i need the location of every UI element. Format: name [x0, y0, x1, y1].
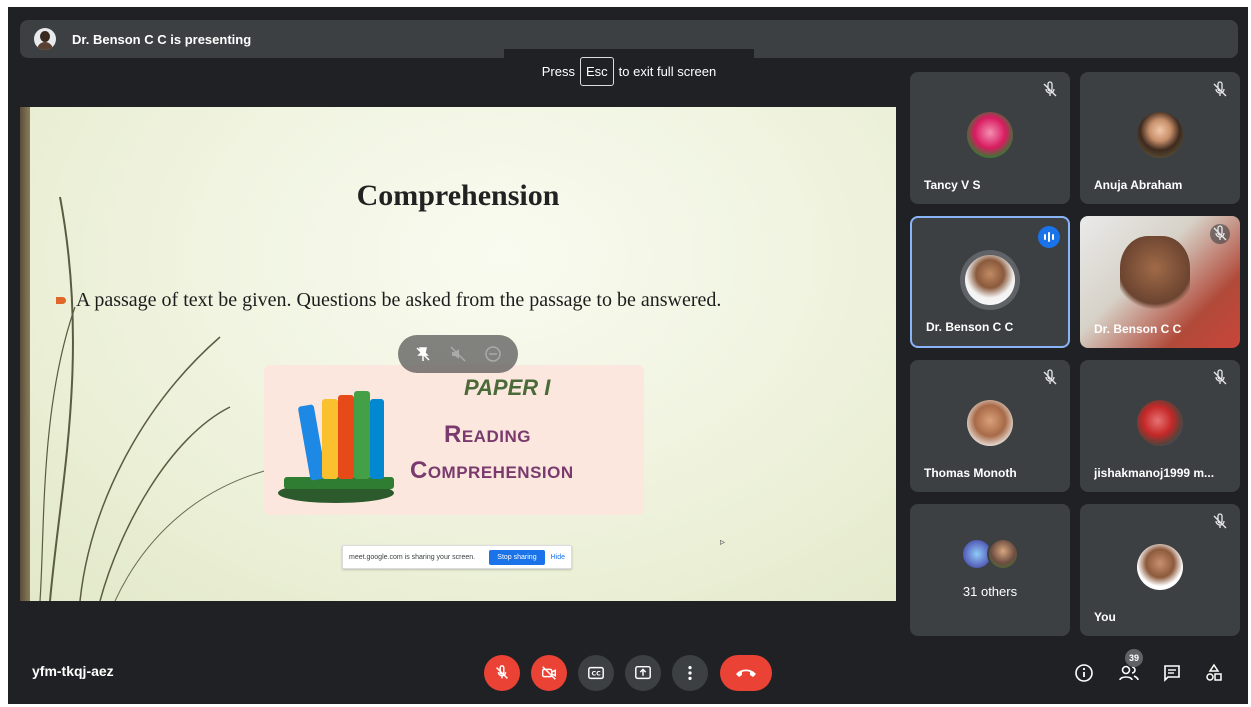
mic-off-icon — [1043, 81, 1057, 97]
mic-off-icon — [1043, 369, 1057, 385]
remove-icon[interactable] — [481, 342, 505, 366]
svg-text:CC: CC — [592, 671, 602, 678]
books-icon — [278, 391, 394, 503]
share-message: meet.google.com is sharing your screen. — [349, 553, 476, 561]
participant-name: Anuja Abraham — [1094, 178, 1183, 192]
participant-tile[interactable]: Thomas Monoth — [910, 360, 1070, 492]
bullet-icon — [56, 297, 66, 304]
presenter-avatar — [34, 28, 56, 50]
mic-off-icon — [1213, 369, 1227, 385]
participant-name: You — [1094, 610, 1116, 624]
esc-key: Esc — [580, 56, 614, 86]
toast-rest: to exit full screen — [618, 63, 717, 79]
pin-icon[interactable] — [411, 342, 435, 366]
participant-name: Dr. Benson C C — [1094, 322, 1182, 336]
participant-name: Thomas Monoth — [924, 466, 1017, 480]
card-line-2: Reading — [444, 421, 531, 448]
video-feed — [1120, 236, 1190, 316]
more-options-icon — [688, 665, 692, 681]
mic-off-icon — [1213, 81, 1227, 97]
slide-bullet: A passage of text be given. Questions be… — [56, 289, 721, 312]
participant-name: Dr. Benson C C — [926, 320, 1014, 334]
present-button[interactable] — [625, 655, 661, 691]
activities-icon — [1206, 663, 1222, 681]
mute-remote-icon[interactable] — [446, 342, 470, 366]
fullscreen-toast: Press Esc to exit full screen — [504, 49, 754, 93]
others-count: 31 others — [962, 584, 1018, 599]
chat-icon — [1164, 665, 1180, 682]
participant-name: Tancy V S — [924, 178, 981, 192]
cursor-icon: ▹ — [720, 537, 726, 548]
people-count-badge: 39 — [1125, 649, 1143, 667]
participant-avatar — [1137, 544, 1183, 590]
participant-avatar — [1137, 400, 1183, 446]
self-tile[interactable]: You — [1080, 504, 1240, 636]
participant-name: jishakmanoj1999 m... — [1094, 466, 1215, 480]
mic-off-icon — [496, 665, 508, 679]
more-options-button[interactable] — [672, 655, 708, 691]
bullet-text: A passage of text be given. Questions be… — [76, 289, 722, 311]
others-avatar-2 — [987, 538, 1019, 570]
participant-avatar — [960, 250, 1020, 310]
hide-button[interactable]: Hide — [551, 554, 565, 561]
presenting-text: Dr. Benson C C is presenting — [72, 31, 252, 47]
shared-slide: Comprehension A passage of text be given… — [20, 107, 896, 601]
participant-tile[interactable]: Tancy V S — [910, 72, 1070, 204]
participant-avatar — [1137, 112, 1183, 158]
info-icon — [1075, 664, 1093, 682]
stop-sharing-button[interactable]: Stop sharing — [489, 549, 545, 565]
participant-avatar — [967, 112, 1013, 158]
participant-tile-active-speaker[interactable]: Dr. Benson C C — [910, 216, 1070, 348]
slide-title: Comprehension — [356, 179, 560, 212]
camera-toggle-button[interactable] — [531, 655, 567, 691]
camera-off-icon — [541, 666, 557, 680]
present-icon — [635, 665, 651, 680]
paper-card: PAPER I Reading Comprehension — [264, 365, 644, 515]
participant-tile-video[interactable]: Dr. Benson C C — [1080, 216, 1240, 348]
end-call-button[interactable] — [720, 655, 772, 691]
card-line-3: Comprehension — [410, 457, 574, 484]
captions-button[interactable]: CC — [578, 655, 614, 691]
meet-window: Dr. Benson C C is presenting Press Esc t… — [8, 7, 1248, 704]
bottom-control-bar: yfm-tkqj-aez CC 39 — [8, 639, 1248, 704]
end-call-icon — [736, 669, 756, 677]
screen-share-bar: meet.google.com is sharing your screen. … — [342, 545, 572, 569]
meeting-code: yfm-tkqj-aez — [32, 663, 114, 679]
mic-toggle-button[interactable] — [484, 655, 520, 691]
activities-button[interactable] — [1202, 661, 1226, 685]
mic-off-icon — [1210, 224, 1230, 244]
chat-button[interactable] — [1160, 661, 1184, 685]
speaking-indicator-icon — [1038, 226, 1060, 248]
toast-press: Press — [541, 63, 575, 79]
others-tile[interactable]: 31 others — [910, 504, 1070, 636]
participant-tile[interactable]: Anuja Abraham — [1080, 72, 1240, 204]
mic-off-icon — [1213, 513, 1227, 529]
card-line-1: PAPER I — [464, 375, 551, 400]
participant-avatar — [967, 400, 1013, 446]
tile-hover-controls — [398, 335, 518, 373]
captions-icon: CC — [588, 666, 604, 680]
participant-tile[interactable]: jishakmanoj1999 m... — [1080, 360, 1240, 492]
meeting-info-button[interactable] — [1072, 661, 1096, 685]
